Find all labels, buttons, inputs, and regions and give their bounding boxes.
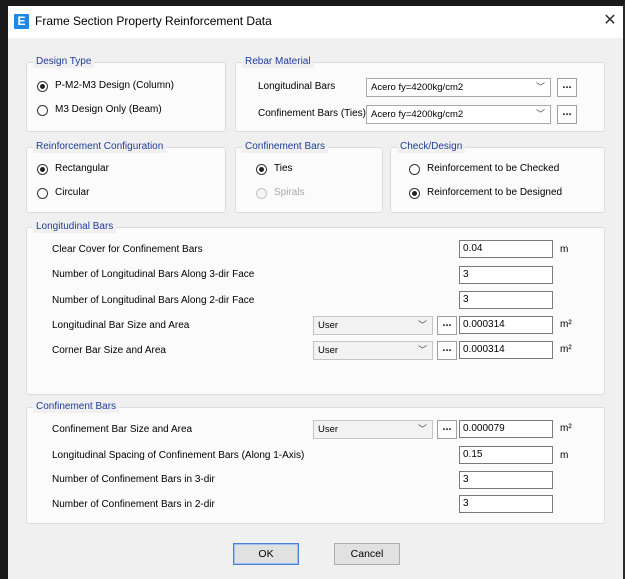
dialog-client-area: Design Type P-M2-M3 Design (Column) M3 D… [8, 38, 623, 579]
rebar-material-group: Rebar Material Longitudinal Bars Acero f… [235, 56, 605, 132]
long-bars-2dir-label: Number of Longitudinal Bars Along 2-dir … [52, 295, 255, 306]
longitudinal-bars-material-label: Longitudinal Bars [258, 81, 336, 92]
corner-bar-size-select[interactable]: User ﹀ [313, 341, 433, 360]
confinement-bar-area-input[interactable]: 0.000079 [459, 420, 553, 438]
confinement-bars-title: Confinement Bars [33, 401, 120, 413]
confinement-material-browse-button[interactable]: ... [557, 105, 577, 124]
confinement-spacing-input[interactable]: 0.15 [459, 446, 553, 464]
long-bars-3dir-input[interactable]: 3 [459, 266, 553, 284]
radio-selected-dot [412, 191, 417, 196]
corner-bar-area-unit: m² [560, 344, 572, 355]
long-bar-size-select-value: User [318, 320, 339, 331]
clear-cover-label: Clear Cover for Confinement Bars [52, 244, 203, 255]
radio-beam-design[interactable] [37, 105, 48, 116]
radio-ties[interactable] [256, 164, 267, 175]
confinement-bar-area-unit: m² [560, 423, 572, 434]
confinement-type-title: Confinement Bars [242, 141, 329, 153]
rebar-material-title: Rebar Material [242, 56, 314, 68]
chevron-down-icon: ﹀ [417, 424, 427, 434]
reinforcement-configuration-group: Reinforcement Configuration Rectangular … [26, 141, 226, 213]
confinement-type-group: Confinement Bars Ties Spirals [235, 141, 383, 213]
radio-selected-dot [259, 167, 264, 172]
close-icon: ✕ [603, 12, 617, 29]
longitudinal-material-value: Acero fy=4200kg/cm2 [371, 82, 464, 93]
confinement-bars-material-label: Confinement Bars (Ties) [258, 108, 366, 119]
confinement-bars-3dir-label: Number of Confinement Bars in 3-dir [52, 474, 215, 485]
clear-cover-unit: m [560, 244, 569, 255]
confinement-material-value: Acero fy=4200kg/cm2 [371, 109, 464, 120]
window-title: Frame Section Property Reinforcement Dat… [35, 14, 272, 28]
long-bar-area-input[interactable]: 0.000314 [459, 316, 553, 334]
confinement-bars-3dir-input[interactable]: 3 [459, 471, 553, 489]
radio-reinforcement-designed-label[interactable]: Reinforcement to be Designed [427, 187, 562, 198]
long-bar-size-label: Longitudinal Bar Size and Area [52, 320, 190, 331]
long-bars-2dir-input[interactable]: 3 [459, 291, 553, 309]
confinement-spacing-label: Longitudinal Spacing of Confinement Bars… [52, 450, 305, 461]
design-type-title: Design Type [33, 56, 95, 68]
long-bars-3dir-label: Number of Longitudinal Bars Along 3-dir … [52, 269, 255, 280]
app-icon: E [14, 14, 29, 29]
confinement-bars-2dir-label: Number of Confinement Bars in 2-dir [52, 499, 215, 510]
ok-button[interactable]: OK [233, 543, 299, 565]
corner-bar-size-label: Corner Bar Size and Area [52, 345, 166, 356]
reinforcement-configuration-title: Reinforcement Configuration [33, 141, 167, 153]
chevron-down-icon: ﹀ [417, 345, 427, 355]
radio-selected-dot [40, 84, 45, 89]
radio-ties-label[interactable]: Ties [274, 163, 293, 174]
radio-spirals-label: Spirals [274, 187, 305, 198]
cancel-button[interactable]: Cancel [334, 543, 400, 565]
confinement-bar-size-label: Confinement Bar Size and Area [52, 424, 193, 435]
long-bar-size-select[interactable]: User ﹀ [313, 316, 433, 335]
radio-column-design[interactable] [37, 81, 48, 92]
longitudinal-material-select[interactable]: Acero fy=4200kg/cm2 ﹀ [366, 78, 551, 97]
radio-reinforcement-checked[interactable] [409, 164, 420, 175]
confinement-spacing-unit: m [560, 450, 569, 461]
radio-spirals [256, 188, 267, 199]
check-design-group: Check/Design Reinforcement to be Checked… [390, 141, 605, 213]
confinement-material-select[interactable]: Acero fy=4200kg/cm2 ﹀ [366, 105, 551, 124]
clear-cover-input[interactable]: 0.04 [459, 240, 553, 258]
radio-rectangular-label[interactable]: Rectangular [55, 163, 109, 174]
confinement-bar-size-select[interactable]: User ﹀ [313, 420, 433, 439]
radio-rectangular[interactable] [37, 164, 48, 175]
close-button[interactable]: ✕ [599, 10, 621, 32]
radio-reinforcement-designed[interactable] [409, 188, 420, 199]
design-type-group: Design Type P-M2-M3 Design (Column) M3 D… [26, 56, 226, 132]
confinement-bar-size-browse-button[interactable]: ... [437, 420, 457, 439]
chevron-down-icon: ﹀ [417, 320, 427, 330]
radio-circular-label[interactable]: Circular [55, 187, 89, 198]
corner-bar-size-browse-button[interactable]: ... [437, 341, 457, 360]
title-bar[interactable]: E Frame Section Property Reinforcement D… [8, 6, 623, 38]
long-bar-area-unit: m² [560, 319, 572, 330]
radio-beam-design-label[interactable]: M3 Design Only (Beam) [55, 104, 162, 115]
chevron-down-icon: ﹀ [535, 109, 545, 119]
longitudinal-bars-title: Longitudinal Bars [33, 221, 117, 233]
longitudinal-bars-group: Longitudinal Bars Clear Cover for Confin… [26, 221, 605, 395]
radio-selected-dot [40, 167, 45, 172]
radio-reinforcement-checked-label[interactable]: Reinforcement to be Checked [427, 163, 559, 174]
radio-circular[interactable] [37, 188, 48, 199]
check-design-title: Check/Design [397, 141, 466, 153]
chevron-down-icon: ﹀ [535, 82, 545, 92]
longitudinal-material-browse-button[interactable]: ... [557, 78, 577, 97]
long-bar-size-browse-button[interactable]: ... [437, 316, 457, 335]
confinement-bars-2dir-input[interactable]: 3 [459, 495, 553, 513]
corner-bar-area-input[interactable]: 0.000314 [459, 341, 553, 359]
radio-column-design-label[interactable]: P-M2-M3 Design (Column) [55, 80, 174, 91]
corner-bar-size-select-value: User [318, 345, 339, 356]
confinement-bar-size-select-value: User [318, 424, 339, 435]
confinement-bars-group: Confinement Bars Confinement Bar Size an… [26, 401, 605, 524]
